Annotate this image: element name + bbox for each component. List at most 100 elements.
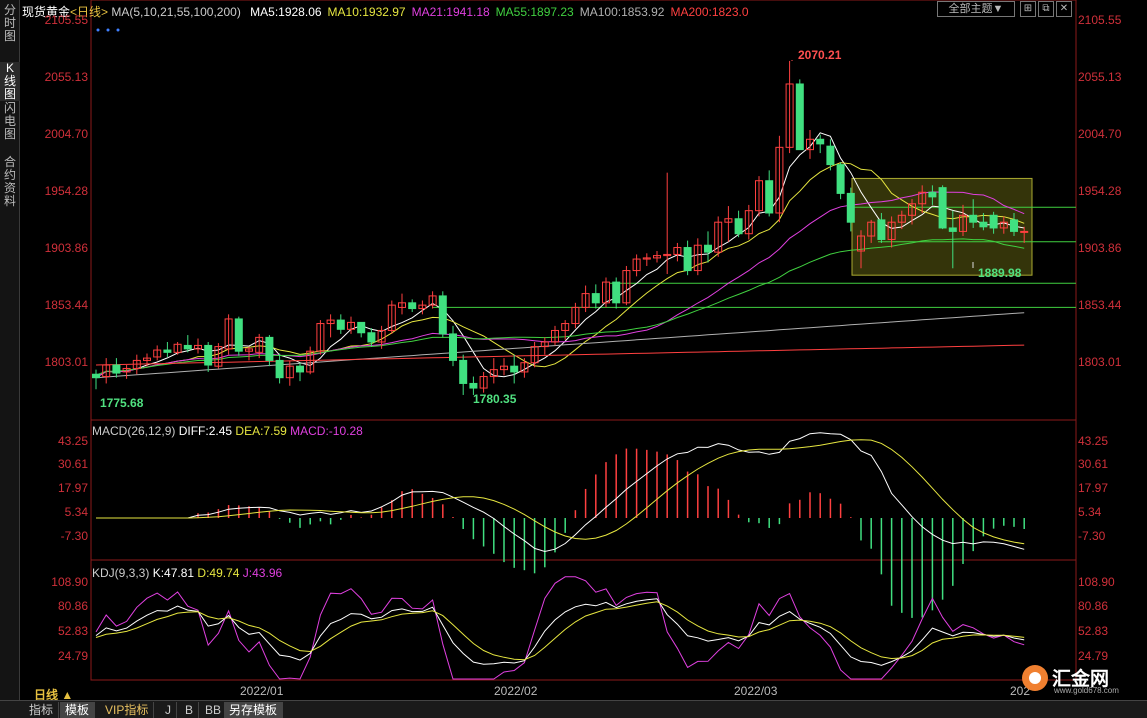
- sidebar-tab-0[interactable]: 分时图: [0, 4, 20, 43]
- low-price-label-3: 1889.98: [978, 266, 1022, 280]
- macd-title: MACD(26,12,9): [92, 424, 176, 438]
- kdj-axis-label: 80.86: [57, 599, 88, 613]
- bottom-toolbar: 指标 模板 VIP指标 J B BB 另存模板: [0, 700, 1147, 718]
- price-label-l: 2004.70: [44, 127, 88, 141]
- chart-canvas[interactable]: [20, 0, 1147, 700]
- candle-body: [112, 364, 121, 374]
- candle-body: [92, 373, 100, 379]
- bottom-tab-2[interactable]: VIP指标: [100, 702, 155, 718]
- candle-body: [204, 344, 213, 366]
- theme-dropdown[interactable]: 全部主题▼: [937, 1, 1015, 17]
- macd-axis-label: 17.97: [57, 481, 88, 495]
- kdj-j: J:43.96: [242, 566, 283, 580]
- bottom-tab-5[interactable]: BB: [200, 702, 228, 718]
- info-dot: [106, 28, 110, 32]
- ma-value-0: MA5:1928.06: [250, 5, 322, 19]
- sidebar-tab-char: 料: [3, 194, 16, 208]
- candle-body: [969, 214, 978, 223]
- candle-body: [1020, 230, 1029, 233]
- maximize-icon[interactable]: ⊞: [1020, 1, 1036, 17]
- macd-axis-label: 17.97: [1078, 481, 1109, 495]
- price-label-l: 1954.28: [44, 184, 88, 198]
- macd-axis-label: 43.25: [57, 434, 88, 448]
- price-label-r: 1903.86: [1078, 241, 1122, 255]
- restore-icon[interactable]: ⧉: [1038, 1, 1054, 17]
- candle-body: [816, 138, 825, 145]
- macd-axis-label: 43.25: [1078, 434, 1109, 448]
- candle-body: [948, 227, 957, 232]
- macd-dea-line: [96, 439, 1025, 545]
- logo-icon: [1022, 665, 1048, 691]
- candle-body: [234, 318, 243, 352]
- bottom-tab-4[interactable]: B: [180, 702, 200, 718]
- candle-body: [826, 145, 835, 166]
- logo: 汇金网 www.gold678.com: [1022, 662, 1132, 696]
- bottom-tab-0[interactable]: 指标: [24, 702, 60, 718]
- bottom-tab-6[interactable]: 另存模板: [224, 702, 284, 718]
- sidebar-tab-1[interactable]: K线图: [0, 62, 20, 101]
- info-dot: [116, 28, 120, 32]
- candle-body: [836, 164, 845, 194]
- kdj-header: KDJ(9,3,3) K:47.81 D:49.74 J:43.96: [92, 566, 282, 580]
- kdj-axis-label: 24.79: [1078, 649, 1109, 663]
- candle-body: [938, 187, 947, 229]
- candle-body: [877, 219, 886, 240]
- candle-body: [163, 349, 172, 353]
- price-label-l: 1803.01: [44, 355, 88, 369]
- ma-value-1: MA10:1932.97: [327, 5, 406, 19]
- macd-header: MACD(26,12,9) DIFF:2.45 DEA:7.59 MACD:-1…: [92, 424, 363, 438]
- macd-axis-label: 30.61: [1078, 457, 1109, 471]
- sidebar-tab-3[interactable]: 合约资料: [0, 156, 20, 208]
- kdj-k: K:47.81: [152, 566, 195, 580]
- candle-body: [928, 191, 937, 198]
- candle-body: [734, 218, 743, 235]
- sidebar-tab-2[interactable]: 闪电图: [0, 102, 20, 141]
- ma-value-5: MA200:1823.0: [670, 5, 749, 19]
- candle-body: [357, 321, 366, 334]
- ma-value-2: MA21:1941.18: [411, 5, 490, 19]
- bottom-tab-3[interactable]: J: [160, 702, 177, 718]
- info-dot: [96, 28, 100, 32]
- candle-body: [438, 295, 447, 335]
- price-label-r: 1954.28: [1078, 184, 1122, 198]
- price-label-l: 1903.86: [44, 241, 88, 255]
- ma-value-3: MA55:1897.23: [495, 5, 574, 19]
- low-price-label-2: 1780.35: [473, 392, 517, 406]
- candle-body: [591, 293, 600, 304]
- candle-body: [459, 359, 468, 384]
- candle-body: [989, 214, 998, 229]
- candle-body: [408, 302, 417, 310]
- time-label-mar: 2022/03: [734, 684, 778, 698]
- price-label-l: 2055.13: [44, 70, 88, 84]
- macd-axis-label: 30.61: [57, 457, 88, 471]
- candle-body: [1010, 219, 1018, 232]
- macd-dea: DEA:7.59: [235, 424, 287, 438]
- candle-body: [979, 221, 988, 228]
- candle-body: [846, 192, 855, 223]
- ma-title: MA(5,10,21,55,100,200): [111, 5, 241, 19]
- candle-body: [612, 281, 621, 304]
- candle-body: [367, 332, 376, 343]
- price-label-r: 2004.70: [1078, 127, 1122, 141]
- low-price-label-1: 1775.68: [100, 396, 144, 410]
- kdj-axis-label: 52.83: [1078, 624, 1109, 638]
- sidebar-tab-char: 图: [3, 87, 16, 101]
- kdj-axis-label: 80.86: [1078, 599, 1109, 613]
- bottom-tab-1[interactable]: 模板: [60, 702, 96, 718]
- macd-axis-label: -7.30: [60, 529, 88, 543]
- macd-axis-label: 5.34: [64, 505, 88, 519]
- close-icon[interactable]: ✕: [1056, 1, 1072, 17]
- candle-body: [336, 319, 345, 330]
- time-label-jan: 2022/01: [240, 684, 284, 698]
- macd-value: MACD:-10.28: [290, 424, 363, 438]
- price-label-r: 1853.44: [1078, 298, 1122, 312]
- kdj-axis-label: 52.83: [57, 624, 88, 638]
- sidebar-tab-char: 图: [3, 127, 16, 141]
- price-label-r: 1803.01: [1078, 355, 1122, 369]
- candle-body: [765, 180, 774, 214]
- high-price-label: 2070.21: [798, 48, 842, 62]
- price-label-l: 2105.55: [44, 13, 88, 27]
- macd-diff: DIFF:2.45: [178, 424, 233, 438]
- candle-body: [265, 336, 274, 361]
- kdj-d: D:49.74: [197, 566, 240, 580]
